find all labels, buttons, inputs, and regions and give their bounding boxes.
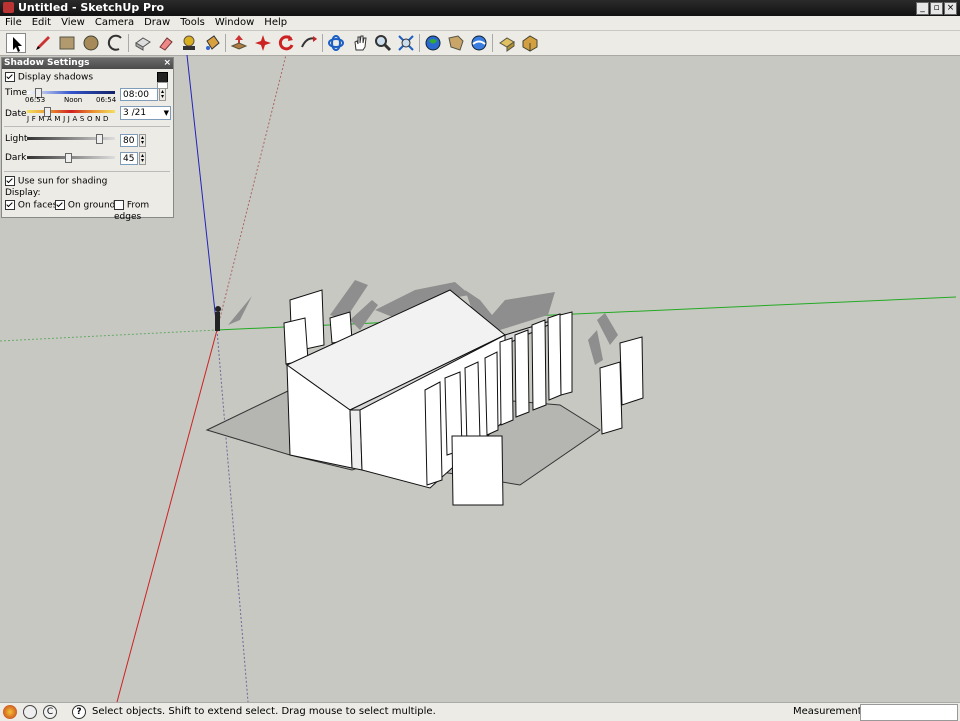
- date-dropdown-icon[interactable]: ▼: [164, 107, 169, 119]
- extension-warehouse-icon[interactable]: [520, 33, 540, 53]
- date-months: J F M A M J J A S O N D: [27, 115, 109, 123]
- red-axis: [116, 329, 218, 702]
- red-axis-negative: [216, 55, 287, 331]
- from-edges-checkbox[interactable]: [114, 200, 124, 210]
- light-label: Light: [5, 134, 28, 144]
- menu-view[interactable]: View: [56, 16, 90, 30]
- light-slider-thumb[interactable]: [96, 134, 103, 144]
- dark-spinner[interactable]: ▴ ▾: [139, 152, 146, 165]
- help-icon[interactable]: ?: [72, 705, 86, 719]
- dark-slider-thumb[interactable]: [65, 153, 72, 163]
- date-field[interactable]: 3 /21 ▼: [120, 106, 171, 120]
- light-field[interactable]: 80: [120, 134, 138, 147]
- select-tool-icon[interactable]: [6, 33, 26, 53]
- panel: [599, 361, 623, 435]
- time-label: Time: [5, 88, 28, 98]
- use-sun-checkbox[interactable]: [5, 176, 15, 186]
- panel-close-icon[interactable]: ×: [163, 58, 171, 69]
- on-faces-label: On faces: [17, 200, 58, 211]
- display-shadows-checkbox[interactable]: [5, 72, 15, 82]
- blue-axis-negative: [216, 329, 249, 702]
- time-field[interactable]: 08:00: [120, 88, 158, 101]
- menu-help[interactable]: Help: [259, 16, 292, 30]
- light-spinner[interactable]: ▴ ▾: [139, 134, 146, 147]
- time-noon: Noon: [64, 96, 83, 104]
- menu-edit[interactable]: Edit: [27, 16, 56, 30]
- arc-icon[interactable]: [105, 33, 125, 53]
- geolocation-icon[interactable]: [3, 705, 17, 719]
- status-bar: C ? Select objects. Shift to extend sele…: [0, 702, 960, 721]
- menu-bar: File Edit View Camera Draw Tools Window …: [0, 16, 960, 31]
- on-ground-row[interactable]: On ground: [55, 200, 115, 212]
- status-hint: Select objects. Shift to extend select. …: [92, 706, 436, 717]
- display-label: Display:: [5, 188, 41, 198]
- menu-window[interactable]: Window: [210, 16, 259, 30]
- menu-tools[interactable]: Tools: [175, 16, 210, 30]
- time-start: 06:53: [25, 96, 46, 104]
- from-edges-row[interactable]: From edges: [114, 200, 173, 223]
- get-models-icon[interactable]: [423, 33, 443, 53]
- green-axis-negative: [0, 329, 218, 342]
- on-ground-checkbox[interactable]: [55, 200, 65, 210]
- get-photo-texture-icon[interactable]: [497, 33, 517, 53]
- eraser-icon[interactable]: [156, 33, 176, 53]
- date-label: Date: [5, 109, 27, 119]
- use-sun-label: Use sun for shading: [17, 176, 108, 187]
- measurements-label: Measurements: [793, 706, 867, 717]
- copyright-icon[interactable]: C: [43, 705, 57, 719]
- title-bar: Untitled - SketchUp Pro _ ▫ ×: [0, 0, 960, 16]
- blue-axis: [186, 55, 218, 331]
- front-panel: [451, 435, 504, 506]
- display-shadows-label: Display shadows: [17, 72, 94, 83]
- paint-bucket-icon[interactable]: [202, 33, 222, 53]
- pan-icon[interactable]: [350, 33, 370, 53]
- zoom-extents-icon[interactable]: [396, 33, 416, 53]
- follow-me-icon[interactable]: [299, 33, 319, 53]
- dark-label: Dark: [5, 153, 27, 163]
- menu-file[interactable]: File: [0, 16, 27, 30]
- rectangle-icon[interactable]: [57, 33, 77, 53]
- use-sun-row[interactable]: Use sun for shading: [5, 176, 107, 188]
- menu-draw[interactable]: Draw: [139, 16, 175, 30]
- make-component-icon[interactable]: [133, 33, 153, 53]
- time-end: 06:54: [96, 96, 117, 104]
- pencil-icon[interactable]: [33, 33, 53, 53]
- panel-title: Shadow Settings: [4, 58, 90, 68]
- orbit-icon[interactable]: [326, 33, 346, 53]
- measurements-input[interactable]: [860, 704, 958, 721]
- display-shadows-row[interactable]: Display shadows: [5, 72, 93, 84]
- shadow-settings-panel: Shadow Settings × Display shadows Time 0…: [1, 57, 174, 222]
- dark-field[interactable]: 45: [120, 152, 138, 165]
- minimize-button[interactable]: _: [916, 2, 929, 15]
- push-pull-icon[interactable]: [229, 33, 249, 53]
- restore-button[interactable]: ▫: [930, 2, 943, 15]
- time-spinner[interactable]: ▴ ▾: [159, 88, 166, 101]
- menu-camera[interactable]: Camera: [90, 16, 139, 30]
- circle-icon[interactable]: [81, 33, 101, 53]
- rotate-icon[interactable]: [276, 33, 296, 53]
- green-axis: [216, 296, 957, 331]
- toolbar: [0, 31, 960, 56]
- on-faces-checkbox[interactable]: [5, 200, 15, 210]
- move-icon[interactable]: [253, 33, 273, 53]
- window-title: Untitled - SketchUp Pro: [18, 1, 165, 14]
- credits-icon[interactable]: [23, 705, 37, 719]
- google-earth-icon[interactable]: [469, 33, 489, 53]
- date-value: 3 /21: [123, 108, 147, 118]
- panel-header: Shadow Settings ×: [2, 58, 173, 69]
- on-faces-row[interactable]: On faces: [5, 200, 57, 212]
- person-figure: [215, 306, 221, 331]
- app-icon: [3, 2, 14, 13]
- tape-measure-icon[interactable]: [179, 33, 199, 53]
- panel: [619, 336, 644, 406]
- share-model-icon[interactable]: [446, 33, 466, 53]
- zoom-icon[interactable]: [373, 33, 393, 53]
- on-ground-label: On ground: [67, 200, 116, 211]
- date-slider[interactable]: [27, 110, 115, 113]
- close-button[interactable]: ×: [944, 2, 957, 15]
